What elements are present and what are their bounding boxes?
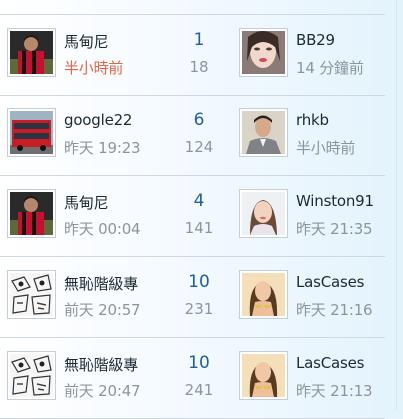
post-time: 前天 20:47 (64, 382, 141, 400)
topic-row: 馬甸尼 半小時前 1 18 BB29 14 分鐘前 (0, 14, 385, 96)
post-time: 前天 20:57 (64, 301, 141, 319)
woman-portrait-avatar[interactable] (239, 28, 288, 77)
last-post-time: 昨天 21:35 (296, 220, 373, 238)
view-count: 231 (184, 300, 214, 318)
post-time: 昨天 00:04 (64, 220, 141, 238)
author-name[interactable]: 馬甸尼 (64, 31, 109, 52)
author-name[interactable]: 無恥階級專 (64, 354, 138, 375)
last-poster-name[interactable]: Winston91 (296, 192, 374, 210)
post-time: 昨天 19:23 (64, 139, 141, 157)
last-poster-name[interactable]: LasCases (296, 273, 364, 291)
view-count: 241 (184, 381, 214, 399)
reply-count[interactable]: 6 (168, 110, 230, 130)
panel-border-line (396, 0, 397, 410)
manga-comic-avatar[interactable] (7, 351, 56, 400)
author-name[interactable]: 無恥階級專 (64, 273, 138, 294)
last-poster-name[interactable]: rhkb (296, 111, 329, 129)
manga-comic-avatar[interactable] (7, 270, 56, 319)
view-count: 124 (184, 138, 214, 156)
topic-row: 無恥階級專 前天 20:57 10 231 LasCases 昨天 21:16 (0, 257, 385, 338)
topic-row: google22 昨天 19:23 6 124 rhkb 半小時前 (0, 95, 385, 176)
last-post-time: 半小時前 (296, 139, 356, 157)
last-post-time: 14 分鐘前 (296, 59, 364, 77)
reply-count[interactable]: 1 (168, 30, 230, 50)
last-post-time: 昨天 21:13 (296, 382, 373, 400)
reply-count[interactable]: 10 (168, 272, 230, 292)
bikini-model-avatar[interactable] (239, 351, 288, 400)
woman-photo-avatar[interactable] (239, 189, 288, 238)
soccer-player-avatar[interactable] (7, 189, 56, 238)
reply-count[interactable]: 10 (168, 353, 230, 373)
author-name[interactable]: google22 (64, 111, 132, 129)
red-double-decker-bus-avatar[interactable] (7, 108, 56, 157)
view-count: 141 (184, 219, 214, 237)
bikini-model-avatar[interactable] (239, 270, 288, 319)
topic-row: 馬甸尼 昨天 00:04 4 141 Winston91 昨天 21:35 (0, 176, 385, 257)
post-time: 半小時前 (64, 59, 124, 77)
author-name[interactable]: 馬甸尼 (64, 192, 109, 213)
last-poster-name[interactable]: BB29 (296, 31, 335, 49)
last-post-time: 昨天 21:16 (296, 301, 373, 319)
soccer-player-avatar[interactable] (7, 28, 56, 77)
reply-count[interactable]: 4 (168, 191, 230, 211)
last-poster-name[interactable]: LasCases (296, 354, 364, 372)
view-count: 18 (189, 58, 209, 76)
topic-row: 無恥階級專 前天 20:47 10 241 LasCases 昨天 21:13 (0, 338, 385, 419)
man-in-suit-avatar[interactable] (239, 108, 288, 157)
